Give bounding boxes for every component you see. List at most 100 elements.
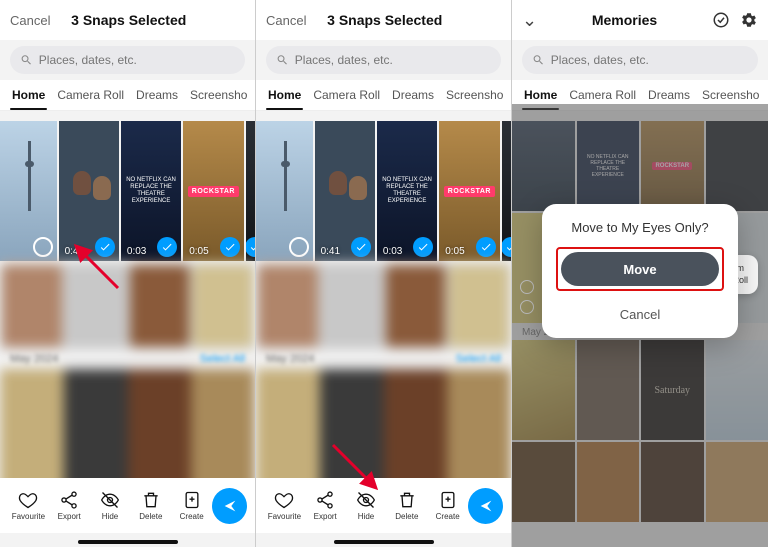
settings-icon[interactable] <box>740 11 758 29</box>
home-indicator <box>334 540 434 544</box>
delete-button[interactable]: Delete <box>386 490 427 521</box>
tab-home[interactable]: Home <box>262 80 307 110</box>
thumb-text: NO NETFLIX CAN REPLACE THE THEATRE EXPER… <box>121 173 181 210</box>
tab-home[interactable]: Home <box>6 80 51 110</box>
thumb-tag: ROCKSTAR <box>188 186 239 197</box>
send-button[interactable] <box>468 488 503 524</box>
header: Cancel 3 Snaps Selected <box>256 0 511 40</box>
thumb-rockstar[interactable]: ROCKSTAR 0:05 <box>439 121 499 261</box>
favourite-button[interactable]: Favourite <box>8 490 49 521</box>
pane-memories: ⌄ Memories Home Camera Roll Dreams Scree… <box>512 0 768 547</box>
check-icon <box>502 237 511 257</box>
search-bar[interactable] <box>10 46 245 74</box>
tab-dreams[interactable]: Dreams <box>130 80 184 110</box>
hide-label: Hide <box>358 512 374 521</box>
search-icon <box>276 53 289 67</box>
month-label: May 2024 <box>266 353 314 365</box>
bottom-toolbar: Favourite Export Hide Delete Create <box>256 478 511 533</box>
thumb-tag: ROCKSTAR <box>444 186 495 197</box>
dialog-title: Move to My Eyes Only? <box>556 220 724 235</box>
delete-label: Delete <box>395 512 418 521</box>
thumb-people[interactable]: 0:41 <box>59 121 119 261</box>
thumb-monday[interactable] <box>502 121 511 261</box>
check-icon <box>413 237 433 257</box>
dialog-cancel-button[interactable]: Cancel <box>556 301 724 328</box>
tab-camera-roll[interactable]: Camera Roll <box>51 80 130 110</box>
thumbnail-row: 0:41 NO NETFLIX CAN REPLACE THE THEATRE … <box>0 121 255 261</box>
duration-label: 0:05 <box>189 246 208 257</box>
thumb-monday[interactable] <box>246 121 255 261</box>
tab-camera-roll[interactable]: Camera Roll <box>307 80 386 110</box>
search-icon <box>532 53 545 67</box>
tabs-bar: Home Camera Roll Dreams Screensho <box>256 80 511 111</box>
check-icon <box>157 237 177 257</box>
tab-screenshots[interactable]: Screensho <box>440 80 509 110</box>
hide-label: Hide <box>102 512 118 521</box>
search-bar[interactable] <box>522 46 758 74</box>
select-mode-icon[interactable] <box>712 11 730 29</box>
check-icon <box>220 237 240 257</box>
move-button[interactable]: Move <box>561 252 719 286</box>
duration-label: 0:03 <box>127 246 146 257</box>
check-icon <box>476 237 496 257</box>
tabs-bar: Home Camera Roll Dreams Screensho <box>0 80 255 111</box>
selection-ring <box>33 237 53 257</box>
move-dialog: Move to My Eyes Only? Move Cancel <box>542 204 738 338</box>
hide-button[interactable]: Hide <box>90 490 131 521</box>
select-all-link[interactable]: Select All <box>456 353 501 365</box>
delete-label: Delete <box>139 512 162 521</box>
search-input[interactable] <box>295 53 491 67</box>
export-label: Export <box>314 512 337 521</box>
blurred-content <box>0 263 255 349</box>
pane-selection-1: Cancel 3 Snaps Selected Home Camera Roll… <box>0 0 256 547</box>
thumbnail-row: 0:41 NO NETFLIX CAN REPLACE THE THEATRE … <box>256 121 511 261</box>
duration-label: 0:03 <box>383 246 402 257</box>
search-input[interactable] <box>39 53 235 67</box>
check-icon <box>246 237 255 257</box>
send-button[interactable] <box>212 488 247 524</box>
favourite-label: Favourite <box>268 512 301 521</box>
dot-icon <box>520 280 534 294</box>
export-button[interactable]: Export <box>49 490 90 521</box>
chevron-down-icon[interactable]: ⌄ <box>522 10 537 31</box>
header: ⌄ Memories <box>512 0 768 40</box>
home-indicator <box>78 540 178 544</box>
duration-label: 0:41 <box>65 246 84 257</box>
check-icon <box>351 237 371 257</box>
tab-screenshots[interactable]: Screensho <box>184 80 253 110</box>
cancel-button[interactable]: Cancel <box>266 13 306 28</box>
annotation-highlight: Move <box>556 247 724 291</box>
header-title: 3 Snaps Selected <box>50 12 207 28</box>
cancel-button[interactable]: Cancel <box>10 13 50 28</box>
create-button[interactable]: Create <box>171 490 212 521</box>
duration-label: 0:05 <box>445 246 464 257</box>
export-button[interactable]: Export <box>305 490 346 521</box>
thumb-theatre[interactable]: NO NETFLIX CAN REPLACE THE THEATRE EXPER… <box>377 121 437 261</box>
option-dots <box>520 280 534 314</box>
thumb-rockstar[interactable]: ROCKSTAR 0:05 <box>183 121 243 261</box>
tab-dreams[interactable]: Dreams <box>386 80 440 110</box>
search-icon <box>20 53 33 67</box>
bottom-toolbar: Favourite Export Hide Delete Create <box>0 478 255 533</box>
thumb-text: NO NETFLIX CAN REPLACE THE THEATRE EXPER… <box>377 173 437 210</box>
search-bar[interactable] <box>266 46 501 74</box>
favourite-button[interactable]: Favourite <box>264 490 305 521</box>
pane-selection-2: Cancel 3 Snaps Selected Home Camera Roll… <box>256 0 512 547</box>
thumb-people[interactable]: 0:41 <box>315 121 375 261</box>
delete-button[interactable]: Delete <box>130 490 171 521</box>
create-label: Create <box>180 512 204 521</box>
check-icon <box>95 237 115 257</box>
header-title: Memories <box>537 12 712 28</box>
select-all-link[interactable]: Select All <box>200 353 245 365</box>
header: Cancel 3 Snaps Selected <box>0 0 255 40</box>
create-button[interactable]: Create <box>427 490 468 521</box>
create-label: Create <box>436 512 460 521</box>
thumb-tower[interactable] <box>0 121 57 261</box>
month-label: May 2024 <box>10 353 58 365</box>
blurred-content <box>256 263 511 349</box>
search-input[interactable] <box>551 53 748 67</box>
thumb-tower[interactable] <box>256 121 313 261</box>
thumb-theatre[interactable]: NO NETFLIX CAN REPLACE THE THEATRE EXPER… <box>121 121 181 261</box>
dot-icon <box>520 300 534 314</box>
hide-button[interactable]: Hide <box>346 490 387 521</box>
